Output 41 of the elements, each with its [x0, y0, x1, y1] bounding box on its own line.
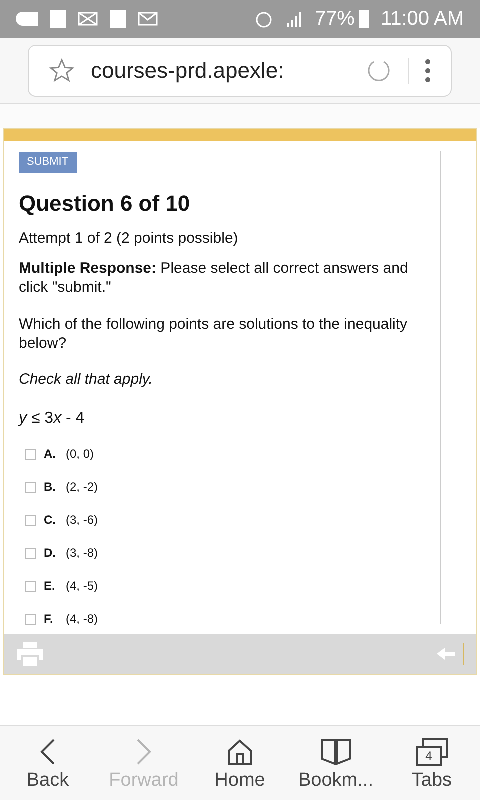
app-icon — [110, 10, 126, 28]
book-icon — [320, 736, 352, 766]
url-text: courses-prd.apexle: — [91, 57, 286, 85]
question-title: Question 6 of 10 — [19, 190, 192, 218]
printer-icon[interactable] — [16, 641, 44, 667]
answer-option[interactable]: E. (4, -5) — [25, 577, 430, 595]
checkbox[interactable] — [25, 548, 36, 558]
mail-icon — [138, 12, 158, 26]
checkbox[interactable] — [25, 614, 36, 624]
signal-icon — [284, 11, 303, 27]
nav-button[interactable]: Back — [0, 736, 96, 790]
home-icon — [226, 738, 254, 766]
checkbox[interactable] — [25, 482, 36, 492]
address-bar[interactable]: courses-prd.apexle: — [28, 44, 452, 96]
clock: 11:00 AM — [380, 7, 464, 32]
checkbox[interactable] — [25, 580, 36, 592]
nav-button[interactable]: Bookm... — [288, 736, 384, 790]
battery-icon — [358, 10, 369, 28]
inequality: y ≤ 3x - 4 — [19, 409, 86, 429]
answer-option[interactable]: A. (0, 0) — [25, 445, 430, 463]
nav-button[interactable]: 4 Tabs — [384, 736, 480, 790]
answer-option[interactable]: D. (3, -8) — [25, 544, 430, 562]
question-text: Which of the following points are solutions to the inequality below? — [19, 314, 409, 352]
chat-icon — [16, 12, 38, 26]
checkbox[interactable] — [25, 448, 36, 460]
instructions: Multiple Response: Please select all correct answers and click "submit." — [19, 258, 410, 296]
answer-option[interactable]: F. (4, -8) — [25, 610, 430, 628]
mail-icon — [78, 12, 98, 26]
checkbox[interactable] — [25, 514, 36, 526]
star-icon[interactable] — [49, 58, 75, 84]
menu-icon[interactable] — [425, 58, 431, 82]
battery-percent: 77% — [314, 7, 355, 32]
left-arrow-icon[interactable] — [437, 648, 455, 660]
answer-option[interactable]: B. (2, -2) — [25, 478, 430, 496]
nav-button[interactable]: Home — [192, 736, 288, 790]
app-icon — [50, 10, 66, 28]
alarm-icon — [254, 10, 273, 28]
answer-option[interactable]: C. (3, -6) — [25, 511, 430, 529]
hint-text: Check all that apply. — [19, 370, 154, 390]
attempt-info: Attempt 1 of 2 (2 points possible) — [19, 229, 240, 249]
tab-count: 4 — [426, 750, 432, 762]
